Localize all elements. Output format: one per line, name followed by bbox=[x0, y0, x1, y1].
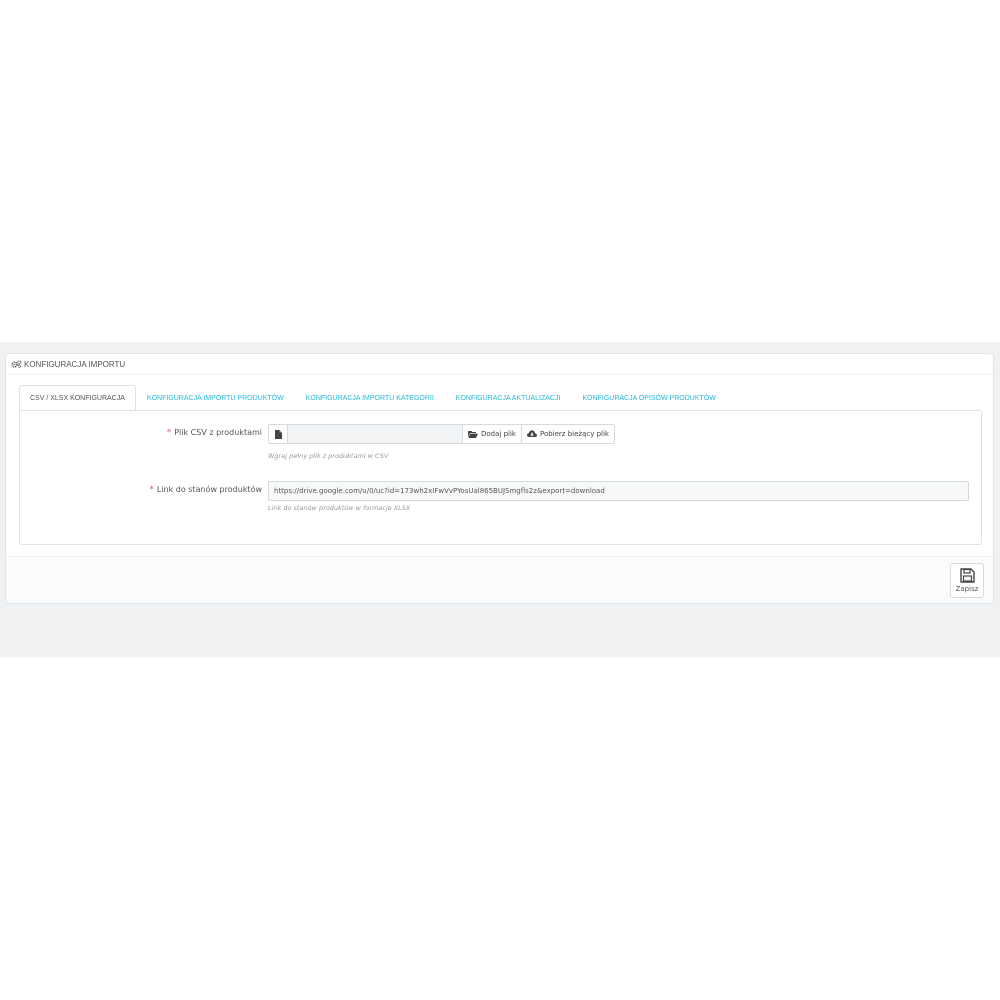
save-label: Zapisz bbox=[955, 585, 979, 593]
csv-file-name-field[interactable] bbox=[288, 425, 463, 443]
tab-product-import-config[interactable]: KONFIGURACJA IMPORTU PRODUKTÓW bbox=[136, 386, 295, 411]
required-mark: * bbox=[149, 485, 154, 495]
stock-link-help: Link do stanów produktów w formacje XLSX bbox=[268, 504, 411, 512]
save-button[interactable]: Zapisz bbox=[950, 563, 984, 598]
csv-file-help: Wgraj pełny plik z produktami w CSV bbox=[268, 452, 389, 460]
tab-update-config[interactable]: KONFIGURACJA AKTUALIZACJI bbox=[445, 386, 572, 411]
tab-product-descriptions-config[interactable]: KONFIGURACJA OPISÓW PRODUKTÓW bbox=[571, 386, 726, 411]
panel-footer: Zapisz bbox=[6, 556, 993, 603]
floppy-disk-icon bbox=[959, 568, 975, 583]
stock-link-label: * Link do stanów produktów bbox=[149, 485, 262, 495]
panel-heading: KONFIGURACJA IMPORTU bbox=[6, 354, 993, 375]
cloud-download-icon bbox=[526, 430, 537, 437]
panel-title: KONFIGURACJA IMPORTU bbox=[24, 359, 126, 369]
import-config-panel: KONFIGURACJA IMPORTU CSV / XLSX KONFIGUR… bbox=[5, 353, 994, 604]
tab-csv-xlsx-config[interactable]: CSV / XLSX KONFIGURACJA bbox=[19, 385, 136, 412]
tab-content: * Plik CSV z produktami Dodaj plik Pobie… bbox=[19, 410, 982, 545]
csv-file-label-text: Plik CSV z produktami bbox=[174, 428, 262, 437]
stock-link-label-text: Link do stanów produktów bbox=[156, 485, 262, 494]
folder-open-icon bbox=[468, 430, 478, 438]
add-file-label: Dodaj plik bbox=[481, 430, 516, 438]
csv-file-input-group: Dodaj plik Pobierz bieżący plik bbox=[268, 424, 615, 444]
download-current-file-label: Pobierz bieżący plik bbox=[539, 430, 609, 438]
required-mark: * bbox=[166, 428, 172, 438]
file-icon bbox=[269, 425, 288, 443]
csv-file-label: * Plik CSV z produktami bbox=[167, 428, 262, 438]
tab-category-import-config[interactable]: KONFIGURACJA IMPORTU KATEGORII bbox=[295, 386, 445, 411]
add-file-button[interactable]: Dodaj plik bbox=[463, 425, 521, 443]
download-current-file-button[interactable]: Pobierz bieżący plik bbox=[520, 425, 614, 443]
cogs-icon bbox=[11, 360, 22, 369]
tab-bar: CSV / XLSX KONFIGURACJA KONFIGURACJA IMP… bbox=[19, 385, 981, 412]
stock-link-input[interactable] bbox=[268, 481, 969, 501]
